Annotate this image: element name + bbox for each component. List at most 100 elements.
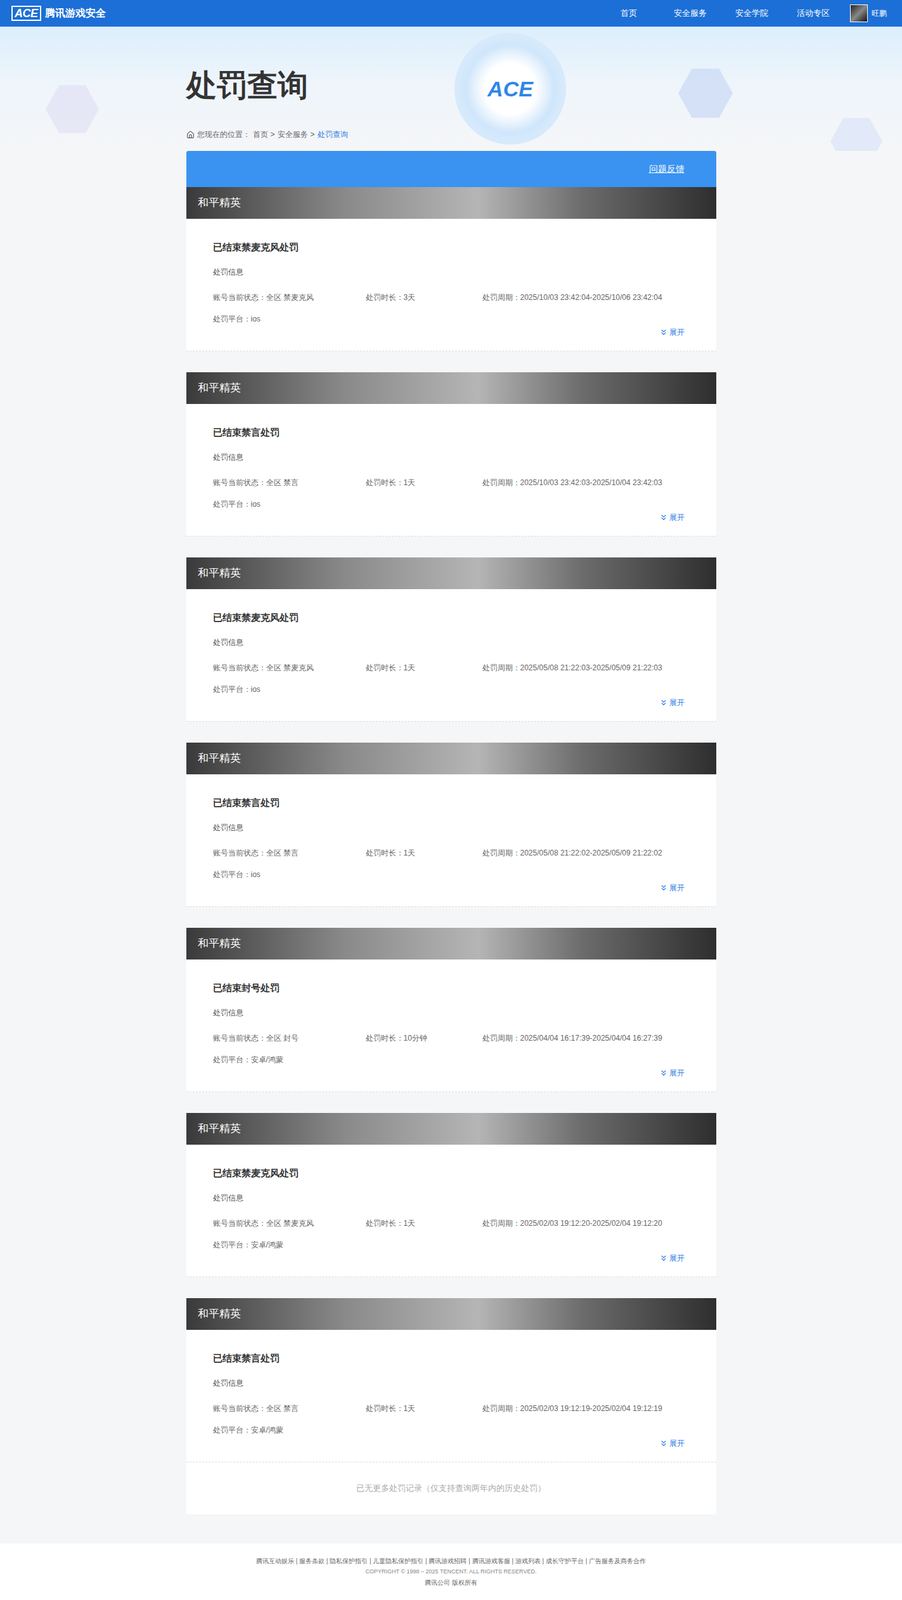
record-title: 已结束禁麦克风处罚 xyxy=(212,1165,690,1180)
page: ACE腾讯游戏安全首页安全服务安全学院活动专区旺鹏ACE处罚查询您现在的位置：首… xyxy=(0,0,902,1600)
record-body: 已结束封号处罚处罚信息账号当前状态：全区 封号处罚时长：10分钟处罚周期：202… xyxy=(186,959,717,1092)
expand-icon xyxy=(659,882,669,892)
game-banner: 和平精英 xyxy=(186,186,717,219)
info-label: 处罚信息 xyxy=(212,265,690,279)
period: 处罚周期：2025/05/08 21:22:02-2025/05/09 21:2… xyxy=(482,846,663,859)
record-title: 已结束禁麦克风处罚 xyxy=(212,240,690,255)
emblem: ACE xyxy=(454,32,567,145)
deco-hexagon-icon xyxy=(830,115,883,151)
game-name: 和平精英 xyxy=(197,379,241,397)
nav-item[interactable]: 安全服务 xyxy=(659,6,721,20)
duration: 处罚时长：1天 xyxy=(365,846,483,859)
footer: 腾讯互动娱乐 | 服务条款 | 隐私保护指引 | 儿童隐私保护指引 | 腾讯游戏… xyxy=(0,1542,902,1600)
user-name: 旺鹏 xyxy=(871,7,887,20)
info-label: 处罚信息 xyxy=(212,1191,690,1204)
content: 问题反馈和平精英已结束禁麦克风处罚处罚信息账号当前状态：全区 禁麦克风处罚时长：… xyxy=(186,150,717,1514)
end-note: 已无更多处罚记录（仅支持查询两年内的历史处罚） xyxy=(186,1461,717,1514)
record-title: 已结束禁麦克风处罚 xyxy=(212,610,690,625)
game-banner: 和平精英 xyxy=(186,742,717,774)
info-row: 账号当前状态：全区 禁麦克风处罚时长：3天处罚周期：2025/10/03 23:… xyxy=(212,290,690,304)
status: 账号当前状态：全区 禁麦克风 xyxy=(212,290,366,304)
breadcrumb-item[interactable]: 安全服务 xyxy=(277,129,309,140)
record-title: 已结束禁言处罚 xyxy=(212,1350,690,1365)
expand-icon xyxy=(659,1438,669,1448)
info-label: 处罚信息 xyxy=(212,1376,690,1389)
platform: 处罚平台：安卓/鸿蒙 xyxy=(212,1237,690,1251)
info-label: 处罚信息 xyxy=(212,450,690,464)
period: 处罚周期：2025/02/03 19:12:20-2025/02/04 19:1… xyxy=(482,1216,663,1230)
period: 处罚周期：2025/05/08 21:22:03-2025/05/09 21:2… xyxy=(482,661,663,674)
page-title: 处罚查询 xyxy=(186,69,717,102)
duration: 处罚时长：1天 xyxy=(365,1401,483,1415)
footer-links[interactable]: 腾讯互动娱乐 | 服务条款 | 隐私保护指引 | 儿童隐私保护指引 | 腾讯游戏… xyxy=(256,1555,646,1566)
record-card: 和平精英已结束禁麦克风处罚处罚信息账号当前状态：全区 禁麦克风处罚时长：1天处罚… xyxy=(186,557,717,722)
deco-hexagon-icon xyxy=(678,65,733,121)
platform: 处罚平台：ios xyxy=(212,497,690,511)
record-card: 和平精英已结束禁麦克风处罚处罚信息账号当前状态：全区 禁麦克风处罚时长：1天处罚… xyxy=(186,1112,717,1277)
record-body: 已结束禁麦克风处罚处罚信息账号当前状态：全区 禁麦克风处罚时长：3天处罚周期：2… xyxy=(186,218,717,352)
game-banner: 和平精英 xyxy=(186,927,717,960)
expand-icon xyxy=(659,1068,669,1077)
breadcrumb: 您现在的位置：首页>安全服务>处罚查询 xyxy=(186,129,717,140)
feedback-link[interactable]: 问题反馈 xyxy=(649,162,685,176)
copyright: COPYRIGHT © 1998 – 2025 TENCENT. ALL RIG… xyxy=(365,1566,537,1576)
status: 账号当前状态：全区 封号 xyxy=(212,1031,366,1044)
nav-item[interactable]: 安全学院 xyxy=(720,6,783,20)
period: 处罚周期：2025/02/03 19:12:19-2025/02/04 19:1… xyxy=(482,1401,663,1415)
status: 账号当前状态：全区 禁麦克风 xyxy=(212,1216,366,1230)
home-icon xyxy=(186,130,195,139)
game-banner: 和平精英 xyxy=(186,557,717,589)
game-name: 和平精英 xyxy=(197,194,241,212)
game-banner: 和平精英 xyxy=(186,372,717,404)
record-body: 已结束禁麦克风处罚处罚信息账号当前状态：全区 禁麦克风处罚时长：1天处罚周期：2… xyxy=(186,588,717,722)
user[interactable]: 旺鹏 xyxy=(850,4,887,23)
duration: 处罚时长：1天 xyxy=(365,661,483,674)
logo[interactable]: ACE腾讯游戏安全 xyxy=(11,5,106,21)
expand-icon xyxy=(659,327,669,337)
expand-button[interactable]: 展开 xyxy=(659,1436,685,1450)
status: 账号当前状态：全区 禁言 xyxy=(212,476,366,489)
breadcrumb-item[interactable]: 首页 xyxy=(252,129,269,140)
expand-button[interactable]: 展开 xyxy=(659,510,685,524)
record-title: 已结束禁言处罚 xyxy=(212,795,690,810)
game-banner: 和平精英 xyxy=(186,1297,717,1330)
period: 处罚周期：2025/10/03 23:42:03-2025/10/04 23:4… xyxy=(482,476,663,489)
breadcrumb-item[interactable]: 处罚查询 xyxy=(317,129,348,140)
owner: 腾讯公司 版权所有 xyxy=(424,1577,478,1587)
nav-item[interactable]: 活动专区 xyxy=(782,6,844,20)
record-card: 和平精英已结束封号处罚处罚信息账号当前状态：全区 封号处罚时长：10分钟处罚周期… xyxy=(186,927,717,1092)
info-row: 账号当前状态：全区 禁麦克风处罚时长：1天处罚周期：2025/02/03 19:… xyxy=(212,1216,690,1230)
duration: 处罚时长：1天 xyxy=(365,476,483,489)
status: 账号当前状态：全区 禁麦克风 xyxy=(212,661,366,674)
expand-button[interactable]: 展开 xyxy=(659,881,685,894)
expand-button[interactable]: 展开 xyxy=(659,1066,685,1079)
expand-icon xyxy=(659,1253,669,1263)
platform: 处罚平台：ios xyxy=(212,867,690,881)
expand-button[interactable]: 展开 xyxy=(659,325,685,339)
platform: 处罚平台：安卓/鸿蒙 xyxy=(212,1423,690,1436)
expand-button[interactable]: 展开 xyxy=(659,695,685,709)
game-name: 和平精英 xyxy=(197,1120,241,1137)
record-card: 和平精英已结束禁言处罚处罚信息账号当前状态：全区 禁言处罚时长：1天处罚周期：2… xyxy=(186,1297,717,1462)
info-row: 账号当前状态：全区 禁麦克风处罚时长：1天处罚周期：2025/05/08 21:… xyxy=(212,661,690,674)
info-label: 处罚信息 xyxy=(212,635,690,649)
duration: 处罚时长：10分钟 xyxy=(365,1031,483,1044)
info-row: 账号当前状态：全区 禁言处罚时长：1天处罚周期：2025/02/03 19:12… xyxy=(212,1401,690,1415)
info-label: 处罚信息 xyxy=(212,820,690,834)
expand-button[interactable]: 展开 xyxy=(659,1251,685,1264)
platform: 处罚平台：ios xyxy=(212,312,690,326)
record-body: 已结束禁麦克风处罚处罚信息账号当前状态：全区 禁麦克风处罚时长：1天处罚周期：2… xyxy=(186,1144,717,1277)
game-banner: 和平精英 xyxy=(186,1112,717,1145)
game-name: 和平精英 xyxy=(197,564,241,582)
game-name: 和平精英 xyxy=(197,749,241,767)
status: 账号当前状态：全区 禁言 xyxy=(212,846,366,859)
info-row: 账号当前状态：全区 封号处罚时长：10分钟处罚周期：2025/04/04 16:… xyxy=(212,1031,690,1044)
record-title: 已结束禁言处罚 xyxy=(212,425,690,440)
info-row: 账号当前状态：全区 禁言处罚时长：1天处罚周期：2025/05/08 21:22… xyxy=(212,846,690,859)
nav-item[interactable]: 首页 xyxy=(597,6,660,20)
record-title: 已结束封号处罚 xyxy=(212,980,690,995)
info-row: 账号当前状态：全区 禁言处罚时长：1天处罚周期：2025/10/03 23:42… xyxy=(212,476,690,489)
status: 账号当前状态：全区 禁言 xyxy=(212,1401,366,1415)
period: 处罚周期：2025/10/03 23:42:04-2025/10/06 23:4… xyxy=(482,290,663,304)
record-body: 已结束禁言处罚处罚信息账号当前状态：全区 禁言处罚时长：1天处罚周期：2025/… xyxy=(186,773,717,907)
